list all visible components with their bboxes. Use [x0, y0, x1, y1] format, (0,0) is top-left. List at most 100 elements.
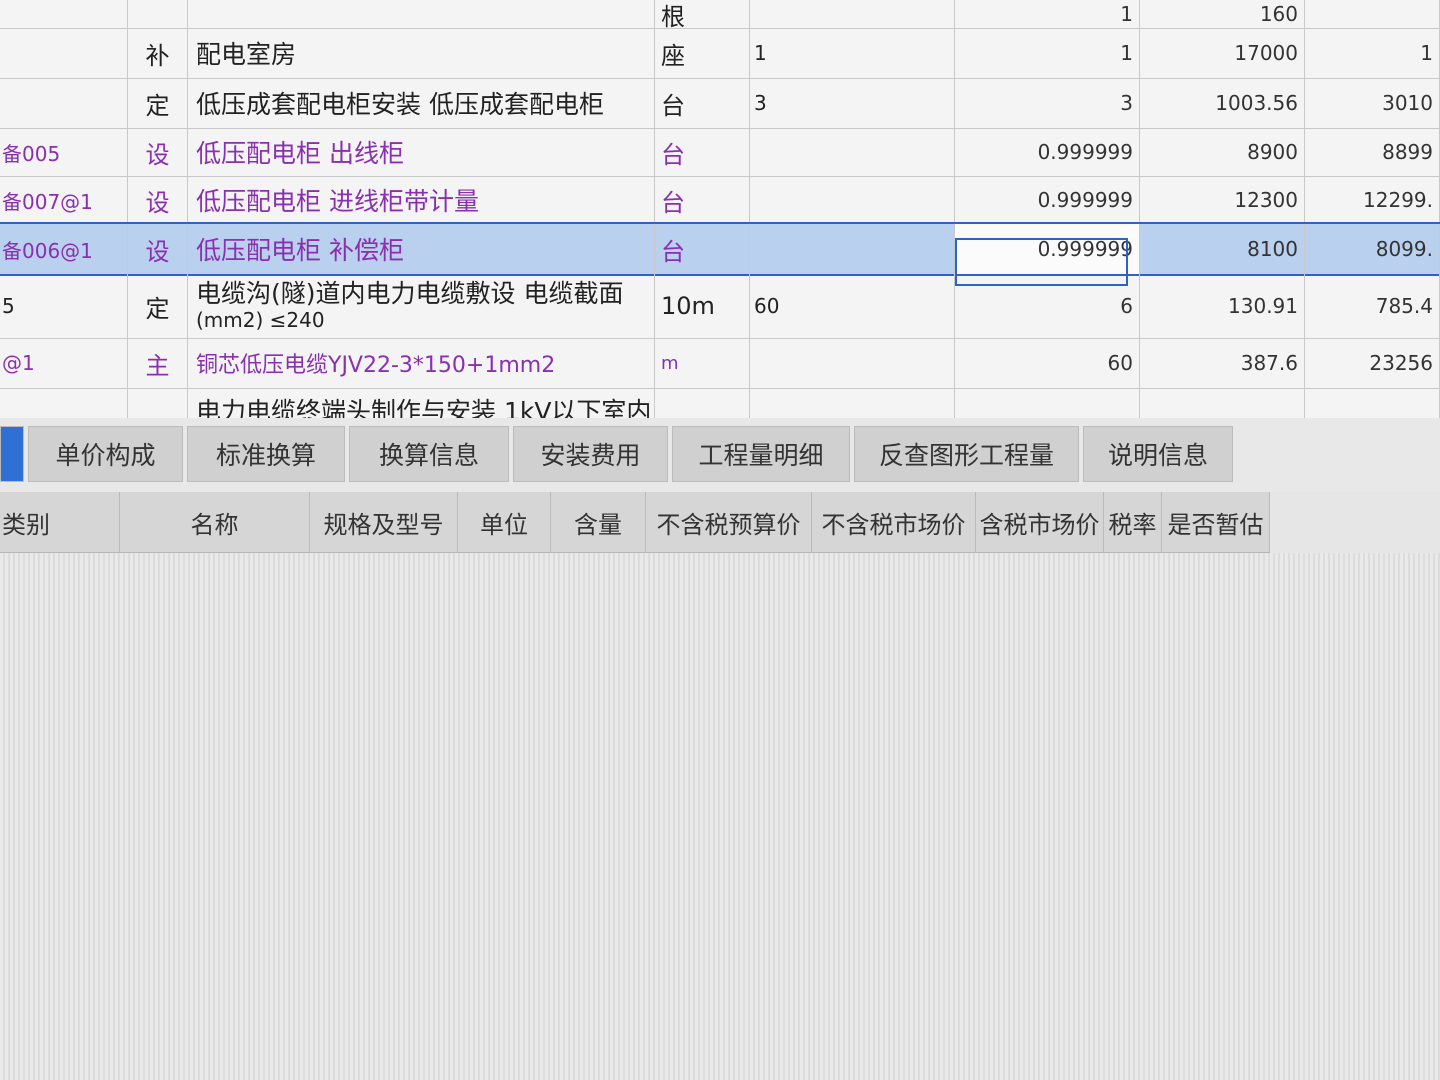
header-spec-model[interactable]: 规格及型号: [310, 492, 458, 552]
code-cell: [0, 78, 128, 128]
code-cell: @1: [0, 338, 128, 388]
total-price-cell: 8099.: [1305, 224, 1440, 274]
total-price-cell: [1305, 388, 1440, 418]
type-cell: 设: [128, 224, 188, 274]
total-price-cell: 3010: [1305, 78, 1440, 128]
type-cell: 设: [128, 128, 188, 176]
code-cell: 备006@1: [0, 224, 128, 274]
quantity-cell: 6: [955, 274, 1140, 338]
quantity-cell: 1: [955, 28, 1140, 78]
type-cell: 定: [128, 274, 188, 338]
type-cell: 定: [128, 78, 188, 128]
unit-cell: 10m: [655, 274, 750, 338]
expression-cell: [750, 0, 955, 28]
unit-price-cell: 130.91: [1140, 274, 1305, 338]
tab-reverse-lookup-quantity[interactable]: 反查图形工程量: [854, 426, 1079, 482]
total-price-cell: 8899: [1305, 128, 1440, 176]
table-row[interactable]: 补 配电室房 座 1 1 17000 1: [0, 28, 1440, 79]
name-cell: [188, 0, 655, 28]
expression-cell: 3: [750, 78, 955, 128]
total-price-cell: 1: [1305, 28, 1440, 78]
unit-cell: 台: [655, 176, 750, 224]
expression-cell: [750, 224, 955, 274]
unit-cell: [655, 388, 750, 418]
table-row[interactable]: 备007@1 设 低压配电柜 进线柜带计量 台 0.999999 12300 1…: [0, 176, 1440, 225]
total-price-cell: [1305, 0, 1440, 28]
quantity-cell: 1: [955, 0, 1140, 28]
header-category[interactable]: 类别: [0, 492, 120, 552]
unit-price-cell: 17000: [1140, 28, 1305, 78]
name-cell: 配电室房: [188, 28, 655, 78]
unit-cell: 台: [655, 128, 750, 176]
table-row[interactable]: 5 定 电缆沟(隧)道内电力电缆敷设 电缆截面 (mm2) ≤240 10m 6…: [0, 274, 1440, 339]
header-content[interactable]: 含量: [551, 492, 646, 552]
tab-conversion-info[interactable]: 换算信息: [349, 426, 509, 482]
unit-cell: 根: [655, 0, 750, 28]
header-unit[interactable]: 单位: [458, 492, 551, 552]
name-cell: 低压配电柜 出线柜: [188, 128, 655, 176]
tab-installation-cost[interactable]: 安装费用: [513, 426, 668, 482]
name-cell: 低压配电柜 补偿柜: [188, 224, 655, 274]
unit-price-cell: 8900: [1140, 128, 1305, 176]
type-cell: [128, 388, 188, 418]
total-price-cell: 12299.: [1305, 176, 1440, 224]
quantity-cell: 0.999999: [955, 176, 1140, 224]
table-row[interactable]: @1 主 铜芯低压电缆YJV22-3*150+1mm2 m 60 387.6 2…: [0, 338, 1440, 389]
name-line-2: (mm2) ≤240: [196, 307, 325, 332]
header-tax-rate[interactable]: 税率: [1104, 492, 1162, 552]
expression-cell: [750, 388, 955, 418]
name-cell: 电缆沟(隧)道内电力电缆敷设 电缆截面 (mm2) ≤240: [188, 274, 655, 338]
detail-table-empty-area[interactable]: [0, 553, 1440, 1080]
tab-standard-conversion[interactable]: 标准换算: [187, 426, 345, 482]
code-cell: 备007@1: [0, 176, 128, 224]
header-budget-price-excl-tax[interactable]: 不含税预算价: [646, 492, 812, 552]
selected-table-row[interactable]: 备006@1 设 低压配电柜 补偿柜 台 0.999999 8100 8099.: [0, 222, 1440, 276]
type-cell: 设: [128, 176, 188, 224]
unit-price-cell: 1003.56: [1140, 78, 1305, 128]
expression-cell: [750, 176, 955, 224]
unit-price-cell: 387.6: [1140, 338, 1305, 388]
quantity-grid: 根 1 160 补 配电室房 座 1 1 17000 1 定 低压成套配电柜安装…: [0, 0, 1440, 419]
unit-price-cell: 12300: [1140, 176, 1305, 224]
total-price-cell: 23256: [1305, 338, 1440, 388]
code-cell: 备005: [0, 128, 128, 176]
detail-table-header: 类别 名称 规格及型号 单位 含量 不含税预算价 不含税市场价 含税市场价 税率…: [0, 492, 1270, 553]
header-market-price-incl-tax[interactable]: 含税市场价: [976, 492, 1104, 552]
unit-cell: m: [655, 338, 750, 388]
detail-tab-bar: 单价构成 标准换算 换算信息 安装费用 工程量明细 反查图形工程量 说明信息: [0, 418, 1440, 492]
quantity-cell: 60: [955, 338, 1140, 388]
total-price-cell: 785.4: [1305, 274, 1440, 338]
quantity-cell: 0.999999: [955, 128, 1140, 176]
quantity-cell: [955, 388, 1140, 418]
name-cell: 电力电缆终端头制作与安装 1kV以下室内: [188, 388, 655, 418]
header-is-provisional[interactable]: 是否暂估: [1162, 492, 1270, 552]
type-cell: [128, 0, 188, 28]
type-cell: 主: [128, 338, 188, 388]
expression-cell: [750, 128, 955, 176]
header-market-price-excl-tax[interactable]: 不含税市场价: [812, 492, 976, 552]
name-cell: 低压成套配电柜安装 低压成套配电柜: [188, 78, 655, 128]
name-cell: 低压配电柜 进线柜带计量: [188, 176, 655, 224]
code-cell: [0, 388, 128, 418]
table-row[interactable]: 电力电缆终端头制作与安装 1kV以下室内: [0, 388, 1440, 418]
type-cell: 补: [128, 28, 188, 78]
tab-active[interactable]: [0, 426, 24, 482]
tab-quantity-detail[interactable]: 工程量明细: [672, 426, 850, 482]
table-row[interactable]: 备005 设 低压配电柜 出线柜 台 0.999999 8900 8899: [0, 128, 1440, 177]
code-cell: [0, 28, 128, 78]
tab-unit-price-composition[interactable]: 单价构成: [28, 426, 183, 482]
tab-description[interactable]: 说明信息: [1083, 426, 1233, 482]
unit-price-cell: [1140, 388, 1305, 418]
table-row[interactable]: 定 低压成套配电柜安装 低压成套配电柜 台 3 3 1003.56 3010: [0, 78, 1440, 129]
expression-cell: 60: [750, 274, 955, 338]
name-cell: 铜芯低压电缆YJV22-3*150+1mm2: [188, 338, 655, 388]
code-cell: [0, 0, 128, 28]
quantity-cell: 3: [955, 78, 1140, 128]
header-name[interactable]: 名称: [120, 492, 310, 552]
expression-cell: [750, 338, 955, 388]
unit-price-cell: 8100: [1140, 224, 1305, 274]
code-cell: 5: [0, 274, 128, 338]
name-line-1: 电缆沟(隧)道内电力电缆敷设 电缆截面: [196, 279, 624, 309]
expression-cell: 1: [750, 28, 955, 78]
table-row[interactable]: 根 1 160: [0, 0, 1440, 29]
